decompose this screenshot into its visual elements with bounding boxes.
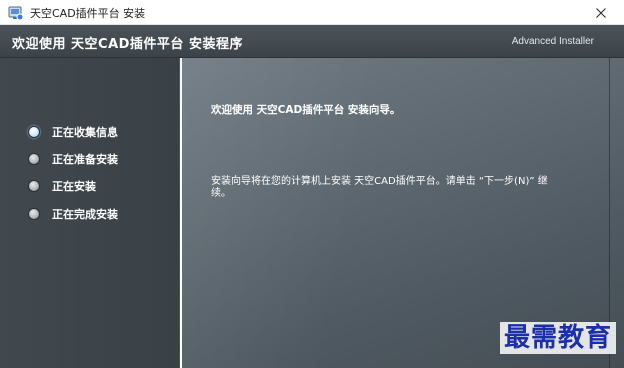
close-icon — [596, 7, 606, 18]
window-title: 天空CAD插件平台 安装 — [30, 7, 146, 20]
step-preparing-install: 正在准备安装 — [28, 151, 118, 167]
close-button[interactable] — [578, 0, 624, 25]
brand-label: Advanced Installer — [511, 36, 594, 47]
step-label: 正在安装 — [52, 180, 96, 193]
installer-window: 天空CAD插件平台 安装 欢迎使用 天空CAD插件平台 安装程序 Advance… — [0, 0, 624, 368]
watermark-logo: 最需教育 — [499, 322, 616, 354]
step-indicator-icon — [28, 153, 40, 165]
pane-divider — [178, 58, 180, 368]
step-label: 正在完成安装 — [52, 208, 118, 221]
title-bar[interactable]: 天空CAD插件平台 安装 — [0, 0, 624, 25]
steps-sidebar: 正在收集信息 正在准备安装 正在安装 正在完成安装 — [0, 58, 180, 368]
header-title: 欢迎使用 天空CAD插件平台 安装程序 — [12, 37, 243, 52]
step-label: 正在准备安装 — [52, 153, 118, 166]
welcome-body-text: 安装向导将在您的计算机上安装 天空CAD插件平台。请单击 “下一步(N)” 继续… — [211, 176, 548, 199]
step-active-indicator-icon — [28, 126, 40, 138]
step-collecting-info: 正在收集信息 — [28, 124, 118, 140]
step-indicator-icon — [28, 180, 40, 192]
step-label: 正在收集信息 — [52, 126, 118, 139]
step-installing: 正在安装 — [28, 178, 96, 194]
installer-app-icon — [8, 5, 24, 21]
welcome-heading: 欢迎使用 天空CAD插件平台 安装向导。 — [211, 104, 401, 116]
installer-header: 欢迎使用 天空CAD插件平台 安装程序 Advanced Installer — [0, 25, 624, 58]
step-indicator-icon — [28, 208, 40, 220]
step-completing-install: 正在完成安装 — [28, 206, 118, 222]
